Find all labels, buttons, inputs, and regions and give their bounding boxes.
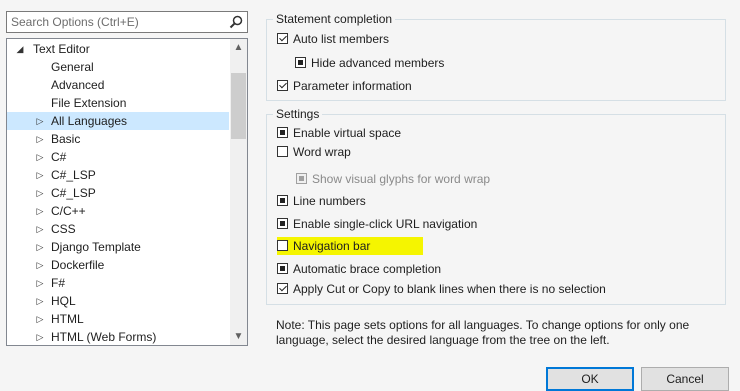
line-numbers-checkbox[interactable]	[277, 195, 288, 206]
scroll-up-icon[interactable]: ▲	[230, 39, 247, 56]
tree-item-css[interactable]: ▷ CSS	[7, 220, 229, 238]
single-click-url-checkbox[interactable]	[277, 218, 288, 229]
hide-advanced-members-checkbox[interactable]	[295, 57, 306, 68]
collapsed-arrow-icon[interactable]: ▷	[35, 310, 45, 328]
tree-item-file-extension[interactable]: File Extension	[7, 94, 229, 112]
scroll-down-icon[interactable]: ▼	[230, 328, 247, 345]
statement-completion-group: Statement completion Auto list members H…	[266, 11, 726, 101]
note-text: Note: This page sets options for all lan…	[276, 318, 690, 347]
tree-item-html-web-forms[interactable]: ▷ HTML (Web Forms)	[7, 328, 229, 345]
tree-item-c-cpp[interactable]: ▷ C/C++	[7, 202, 229, 220]
tree-item-csharp-lsp-2[interactable]: ▷ C#_LSP	[7, 184, 229, 202]
word-wrap-checkbox[interactable]	[277, 146, 288, 157]
settings-group: Settings Enable virtual space Word wrap …	[266, 106, 726, 305]
apply-cut-copy-checkbox[interactable]	[277, 283, 288, 294]
collapsed-arrow-icon[interactable]: ▷	[35, 148, 45, 166]
tree-item-fsharp[interactable]: ▷ F#	[7, 274, 229, 292]
search-input[interactable]	[11, 14, 216, 30]
show-visual-glyphs-checkbox	[296, 173, 307, 184]
navigation-bar-checkbox[interactable]	[277, 240, 288, 251]
tree-item-basic[interactable]: ▷ Basic	[7, 130, 229, 148]
tree-item-django-template[interactable]: ▷ Django Template	[7, 238, 229, 256]
tree-item-general[interactable]: General	[7, 58, 229, 76]
search-box[interactable]	[6, 11, 248, 33]
statement-completion-title: Statement completion	[273, 11, 396, 27]
navigation-bar-option[interactable]: Navigation bar	[277, 237, 423, 255]
tree-item-text-editor[interactable]: ◢ Text Editor	[7, 40, 229, 58]
tree-item-advanced[interactable]: Advanced	[7, 76, 229, 94]
expanded-arrow-icon[interactable]: ◢	[15, 40, 25, 58]
scrollbar-thumb[interactable]	[231, 73, 246, 139]
collapsed-arrow-icon[interactable]: ▷	[35, 256, 45, 274]
tree-item-all-languages[interactable]: ▷ All Languages	[7, 112, 229, 130]
collapsed-arrow-icon[interactable]: ▷	[35, 328, 45, 345]
ok-button[interactable]: OK	[546, 367, 634, 391]
tree-item-csharp-lsp[interactable]: ▷ C#_LSP	[7, 166, 229, 184]
settings-title: Settings	[273, 106, 323, 122]
collapsed-arrow-icon[interactable]: ▷	[35, 184, 45, 202]
collapsed-arrow-icon[interactable]: ▷	[35, 202, 45, 220]
tree-item-html[interactable]: ▷ HTML	[7, 310, 229, 328]
collapsed-arrow-icon[interactable]: ▷	[35, 274, 45, 292]
auto-list-members-checkbox[interactable]	[277, 33, 288, 44]
tree-item-dockerfile[interactable]: ▷ Dockerfile	[7, 256, 229, 274]
tree-scrollbar[interactable]: ▲ ▼	[230, 39, 247, 345]
collapsed-arrow-icon[interactable]: ▷	[35, 166, 45, 184]
options-tree[interactable]: ◢ Text Editor General Advanced File Exte…	[6, 38, 248, 346]
tree-item-hql[interactable]: ▷ HQL	[7, 292, 229, 310]
collapsed-arrow-icon[interactable]: ▷	[35, 112, 45, 130]
parameter-information-checkbox[interactable]	[277, 80, 288, 91]
enable-virtual-space-checkbox[interactable]	[277, 127, 288, 138]
cancel-button[interactable]: Cancel	[641, 367, 729, 391]
collapsed-arrow-icon[interactable]: ▷	[35, 130, 45, 148]
collapsed-arrow-icon[interactable]: ▷	[35, 220, 45, 238]
tree-item-csharp[interactable]: ▷ C#	[7, 148, 229, 166]
collapsed-arrow-icon[interactable]: ▷	[35, 238, 45, 256]
collapsed-arrow-icon[interactable]: ▷	[35, 292, 45, 310]
search-icon[interactable]	[229, 15, 243, 29]
automatic-brace-checkbox[interactable]	[277, 263, 288, 274]
